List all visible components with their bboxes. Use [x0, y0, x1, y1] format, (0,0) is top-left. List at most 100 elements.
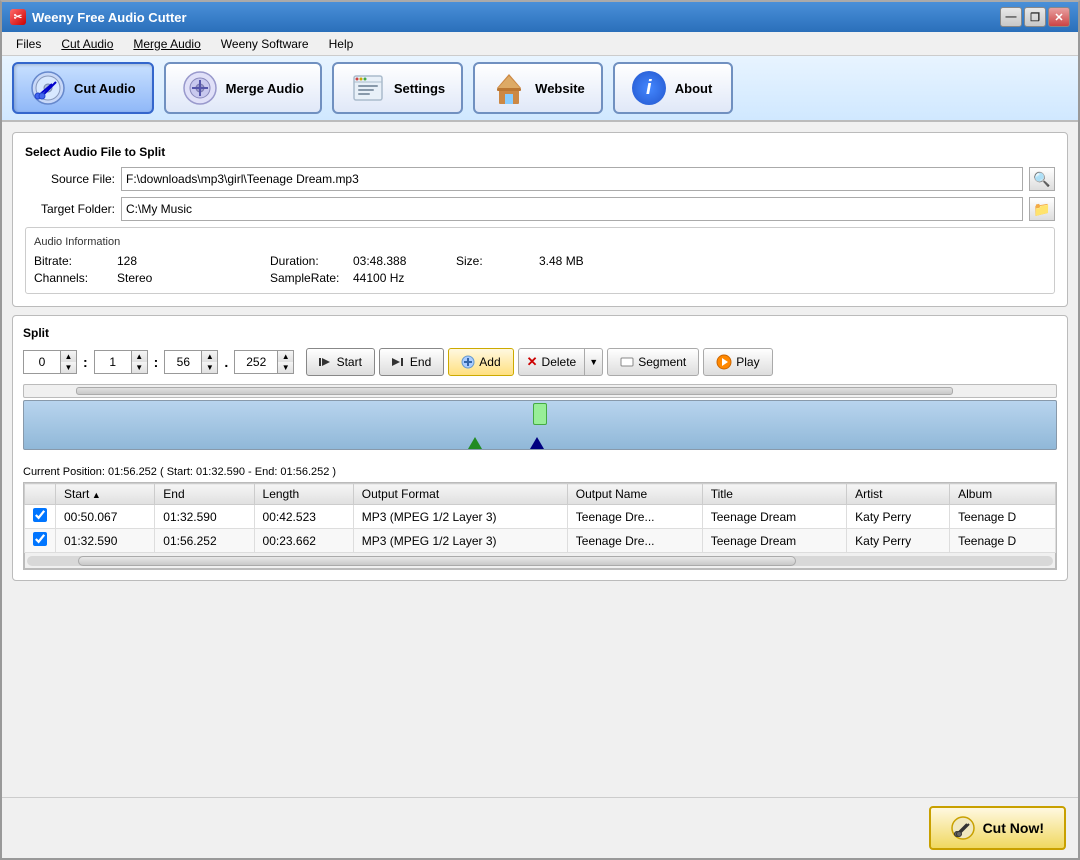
menu-cut-audio[interactable]: Cut Audio: [51, 34, 123, 54]
main-window: ✂ Weeny Free Audio Cutter — ❐ ✕ Files Cu…: [0, 0, 1080, 860]
minutes-spin-up[interactable]: ▲: [60, 351, 76, 362]
table-row: 01:32.590 01:56.252 00:23.662 MP3 (MPEG …: [25, 529, 1056, 553]
seconds2-spinbox[interactable]: ▲ ▼: [164, 350, 218, 374]
seconds1-spinbox[interactable]: ▲ ▼: [94, 350, 148, 374]
table-hscrollbar[interactable]: [24, 553, 1056, 569]
row2-checkbox-cell: [25, 529, 56, 553]
col-start[interactable]: Start: [56, 484, 155, 505]
frames-spinbox[interactable]: ▲ ▼: [234, 350, 294, 374]
col-title[interactable]: Title: [702, 484, 846, 505]
row2-checkbox[interactable]: [33, 532, 47, 546]
table-scroll[interactable]: Start End Length Output Format Output Na…: [24, 483, 1056, 553]
row1-checkbox[interactable]: [33, 508, 47, 522]
close-button[interactable]: ✕: [1048, 7, 1070, 27]
minutes-spin-down[interactable]: ▼: [60, 362, 76, 373]
merge-audio-icon: [182, 70, 218, 106]
website-button[interactable]: Website: [473, 62, 603, 114]
window-controls: — ❐ ✕: [1000, 7, 1070, 27]
restore-button[interactable]: ❐: [1024, 7, 1046, 27]
source-file-input[interactable]: [121, 167, 1023, 191]
settings-button[interactable]: Settings: [332, 62, 463, 114]
play-button[interactable]: Play: [703, 348, 772, 376]
panel-title: Select Audio File to Split: [25, 145, 1055, 159]
table-container: Start End Length Output Format Output Na…: [23, 482, 1057, 570]
row2-title: Teenage Dream: [702, 529, 846, 553]
row1-checkbox-cell: [25, 505, 56, 529]
cursor-marker: [533, 403, 547, 425]
hscrollbar-thumb[interactable]: [78, 556, 796, 566]
cut-now-icon: [951, 816, 975, 840]
hscrollbar-track: [27, 556, 1053, 566]
start-button[interactable]: Start: [306, 348, 375, 376]
channels-value: Stereo: [117, 271, 267, 285]
seconds2-input[interactable]: [165, 351, 201, 373]
source-browse-button[interactable]: 🔍: [1029, 167, 1055, 191]
dot-separator: .: [222, 354, 230, 370]
scrollbar-thumb[interactable]: [76, 387, 953, 395]
col-album[interactable]: Album: [950, 484, 1056, 505]
add-button[interactable]: Add: [448, 348, 513, 376]
start-marker-triangle: [468, 437, 482, 449]
menu-files[interactable]: Files: [6, 34, 51, 54]
end-button[interactable]: End: [379, 348, 444, 376]
app-icon: ✂: [10, 9, 26, 25]
delete-button[interactable]: ✕ Delete: [518, 348, 586, 376]
segment-icon: [620, 355, 634, 369]
size-label: Size:: [456, 254, 536, 268]
minutes-spinbox[interactable]: ▲ ▼: [23, 350, 77, 374]
row2-artist: Katy Perry: [847, 529, 950, 553]
target-browse-button[interactable]: 📁: [1029, 197, 1055, 221]
position-text: Current Position: 01:56.252 ( Start: 01:…: [23, 466, 1057, 478]
col-end[interactable]: End: [155, 484, 254, 505]
split-title: Split: [23, 326, 1057, 340]
row1-output-name: Teenage Dre...: [567, 505, 702, 529]
end-icon: [392, 355, 406, 369]
seconds2-spin-down[interactable]: ▼: [201, 362, 217, 373]
row2-length: 00:23.662: [254, 529, 353, 553]
target-label: Target Folder:: [25, 202, 115, 216]
frames-spin-down[interactable]: ▼: [277, 362, 293, 373]
target-folder-row: Target Folder: 📁: [25, 197, 1055, 221]
settings-label: Settings: [394, 81, 445, 96]
col-format[interactable]: Output Format: [353, 484, 567, 505]
minutes-input[interactable]: [24, 351, 60, 373]
menu-help[interactable]: Help: [319, 34, 364, 54]
frames-input[interactable]: [235, 351, 277, 373]
cut-audio-button[interactable]: Cut Audio: [12, 62, 154, 114]
about-button[interactable]: i About: [613, 62, 733, 114]
cut-now-button[interactable]: Cut Now!: [929, 806, 1066, 850]
duration-label: Duration:: [270, 254, 350, 268]
menu-merge-audio[interactable]: Merge Audio: [123, 34, 210, 54]
segment-button[interactable]: Segment: [607, 348, 699, 376]
delete-group: ✕ Delete ▼: [518, 348, 604, 376]
row1-title: Teenage Dream: [702, 505, 846, 529]
seconds1-input[interactable]: [95, 351, 131, 373]
target-folder-input[interactable]: [121, 197, 1023, 221]
col-artist[interactable]: Artist: [847, 484, 950, 505]
sample-rate-value: 44100 Hz: [353, 271, 453, 285]
cut-audio-icon: [30, 70, 66, 106]
seconds1-spin-up[interactable]: ▲: [131, 351, 147, 362]
col-length[interactable]: Length: [254, 484, 353, 505]
settings-icon: [350, 70, 386, 106]
title-bar: ✂ Weeny Free Audio Cutter — ❐ ✕: [2, 2, 1078, 32]
waveform-scrollbar[interactable]: [23, 384, 1057, 398]
seconds2-spin-buttons: ▲ ▼: [201, 351, 217, 373]
frames-spin-up[interactable]: ▲: [277, 351, 293, 362]
col-output-name[interactable]: Output Name: [567, 484, 702, 505]
delete-dropdown-button[interactable]: ▼: [585, 348, 603, 376]
merge-audio-button[interactable]: Merge Audio: [164, 62, 322, 114]
title-bar-left: ✂ Weeny Free Audio Cutter: [10, 9, 187, 25]
audio-info-grid: Bitrate: 128 Duration: 03:48.388 Size: 3…: [34, 254, 1046, 285]
delete-x-icon: ✕: [527, 354, 538, 370]
row2-start: 01:32.590: [56, 529, 155, 553]
seconds1-spin-down[interactable]: ▼: [131, 362, 147, 373]
bitrate-label: Bitrate:: [34, 254, 114, 268]
waveform-bar[interactable]: [23, 400, 1057, 450]
about-icon: i: [631, 70, 667, 106]
seconds2-spin-up[interactable]: ▲: [201, 351, 217, 362]
colon-1: :: [81, 354, 90, 370]
table-row: 00:50.067 01:32.590 00:42.523 MP3 (MPEG …: [25, 505, 1056, 529]
menu-weeny-software[interactable]: Weeny Software: [211, 34, 319, 54]
minimize-button[interactable]: —: [1000, 7, 1022, 27]
